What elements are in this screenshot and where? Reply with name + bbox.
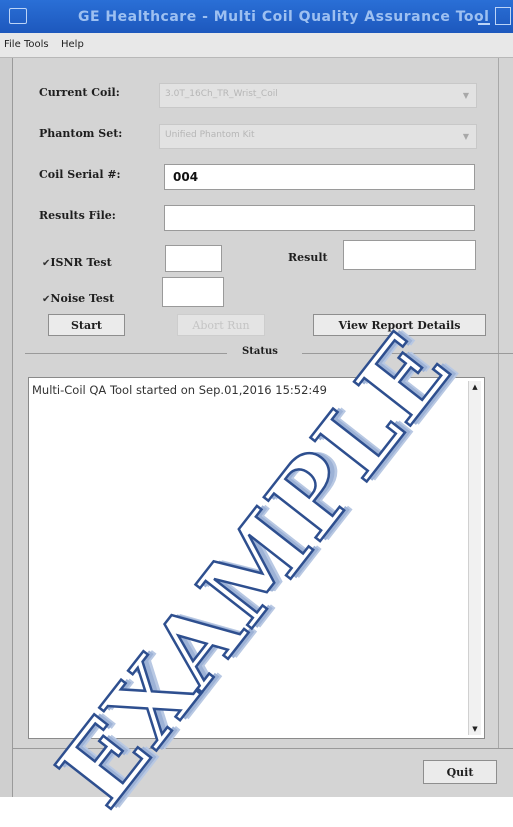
status-group-title: Status — [242, 346, 278, 357]
coil-serial-value: 004 — [173, 170, 199, 184]
result-field[interactable] — [343, 240, 476, 270]
coil-serial-label: Coil Serial #: — [39, 168, 121, 181]
chevron-down-icon[interactable]: ▼ — [463, 91, 469, 100]
coil-serial-field[interactable]: 004 — [164, 164, 475, 190]
current-coil-value: 3.0T_16Ch_TR_Wrist_Coil — [165, 89, 278, 99]
close-icon[interactable] — [495, 7, 511, 25]
menu-file[interactable]: File — [4, 39, 21, 50]
menu-help[interactable]: Help — [61, 39, 84, 50]
results-file-field[interactable] — [164, 205, 475, 231]
window-menu-icon[interactable] — [9, 8, 27, 24]
scroll-down-icon[interactable]: ▼ — [469, 723, 481, 735]
status-group-border-left — [25, 353, 227, 354]
menu-tools[interactable]: Tools — [24, 39, 49, 50]
noise-test-checkbox[interactable]: ✔Noise Test — [42, 287, 114, 306]
chevron-down-icon[interactable]: ▼ — [463, 132, 469, 141]
start-button[interactable]: Start — [48, 314, 125, 336]
status-log-line: Multi-Coil QA Tool started on Sep.01,201… — [32, 383, 327, 397]
phantom-set-value: Unified Phantom Kit — [165, 130, 255, 140]
abort-run-button[interactable]: Abort Run — [177, 314, 265, 336]
current-coil-select[interactable]: 3.0T_16Ch_TR_Wrist_Coil ▼ — [159, 83, 477, 108]
isnr-test-field[interactable] — [165, 245, 222, 272]
result-label: Result — [288, 251, 328, 264]
quit-button[interactable]: Quit — [423, 760, 497, 784]
window-frame-left — [0, 58, 13, 797]
isnr-test-checkbox[interactable]: ✔ISNR Test — [42, 251, 112, 270]
window-title: GE Healthcare - Multi Coil Quality Assur… — [78, 9, 490, 25]
results-file-label: Results File: — [39, 209, 116, 222]
current-coil-label: Current Coil: — [39, 86, 120, 99]
minimize-icon[interactable] — [478, 9, 490, 25]
window-frame-right — [498, 58, 499, 748]
isnr-test-label: ISNR Test — [50, 256, 112, 269]
noise-test-label: Noise Test — [50, 292, 115, 305]
title-bar[interactable]: GE Healthcare - Multi Coil Quality Assur… — [0, 0, 513, 33]
phantom-set-select[interactable]: Unified Phantom Kit ▼ — [159, 124, 477, 149]
status-scrollbar[interactable]: ▲ ▼ — [468, 381, 481, 735]
menu-bar: File Tools Help — [0, 33, 513, 58]
noise-test-field[interactable] — [162, 277, 224, 307]
app-window: GE Healthcare - Multi Coil Quality Assur… — [0, 0, 513, 827]
phantom-set-label: Phantom Set: — [39, 127, 123, 140]
